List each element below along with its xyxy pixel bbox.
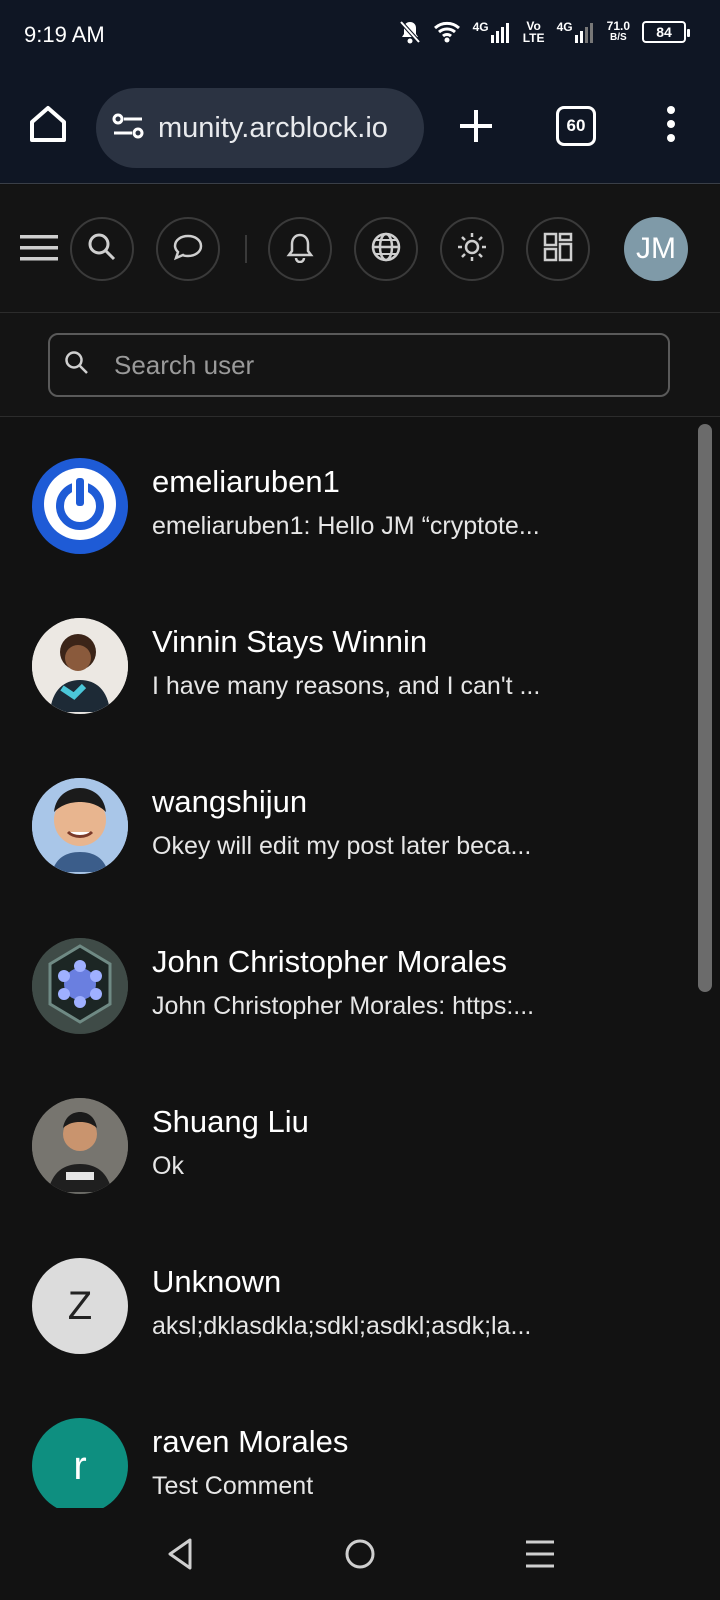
conversation-name: Shuang Liu <box>152 1104 309 1139</box>
status-icons: 4G Vo LTE 4G 71.0 B/S 84 <box>399 19 690 45</box>
conversation-name: Vinnin Stays Winnin <box>152 624 428 659</box>
chat-bubble-icon <box>172 232 204 267</box>
language-button[interactable] <box>354 217 418 281</box>
search-icon <box>64 350 90 381</box>
chat-button[interactable] <box>156 217 220 281</box>
conversation-item[interactable]: wangshijun Okey will edit my post later … <box>0 738 690 898</box>
battery-icon: 84 <box>642 21 690 43</box>
conversation-item[interactable]: emeliaruben1 emeliaruben1: Hello JM “cry… <box>0 418 690 578</box>
person-photo-icon <box>32 778 128 874</box>
avatar-letter: r <box>73 1443 87 1488</box>
notifications-button[interactable] <box>268 217 332 281</box>
avatar: Z <box>32 1258 128 1354</box>
conversation-item[interactable]: Shuang Liu Ok <box>0 1058 690 1218</box>
person-photo-icon <box>32 618 128 714</box>
browser-toolbar: munity.arcblock.io 60 <box>0 72 720 184</box>
back-icon[interactable] <box>160 1534 200 1574</box>
apps-button[interactable] <box>526 217 590 281</box>
conversation-preview: emeliaruben1: Hello JM “cryptote... <box>152 512 540 540</box>
globe-icon <box>370 231 402 268</box>
address-bar[interactable]: munity.arcblock.io <box>96 88 424 168</box>
home-icon[interactable] <box>26 102 70 146</box>
power-logo-icon <box>32 458 128 554</box>
more-menu-icon[interactable] <box>656 102 686 146</box>
badge-emblem-icon <box>32 938 128 1034</box>
conversation-preview: I have many reasons, and I can't ... <box>152 672 541 700</box>
new-tab-icon[interactable] <box>454 104 498 148</box>
conversation-name: Unknown <box>152 1264 282 1299</box>
conversation-preview: Test Comment <box>152 1472 314 1500</box>
site-settings-icon[interactable] <box>112 112 144 145</box>
signal-2-icon: 4G <box>557 21 595 43</box>
conversation-preview: Ok <box>152 1152 184 1180</box>
user-avatar[interactable]: JM <box>624 217 688 281</box>
conversation-name: wangshijun <box>152 784 308 819</box>
avatar <box>32 618 128 714</box>
search-user-field[interactable] <box>48 333 670 397</box>
avatar <box>32 938 128 1034</box>
system-nav-bar <box>0 1508 720 1600</box>
theme-button[interactable] <box>440 217 504 281</box>
conversation-item[interactable]: r raven Morales Test Comment <box>0 1378 690 1508</box>
conversation-list: emeliaruben1 emeliaruben1: Hello JM “cry… <box>0 418 700 1508</box>
net-speed: 71.0 B/S <box>606 19 630 43</box>
grid-icon <box>542 231 574 268</box>
volte-label: Vo LTE <box>522 19 545 45</box>
search-button[interactable] <box>70 217 134 281</box>
avatar <box>32 1098 128 1194</box>
home-nav-icon[interactable] <box>340 1534 380 1574</box>
conversation-preview: Okey will edit my post later beca... <box>152 832 532 860</box>
avatar <box>32 458 128 554</box>
conversation-item[interactable]: Z Unknown aksl;dklasdkla;sdkl;asdkl;asdk… <box>0 1218 690 1378</box>
conversation-preview: aksl;dklasdkla;sdkl;asdkl;asdk;la... <box>152 1312 532 1340</box>
conversation-name: emeliaruben1 <box>152 464 340 499</box>
search-user-input[interactable] <box>114 349 634 381</box>
status-bar: 9:19 AM 4G Vo LTE 4G 71.0 B/S 84 <box>0 0 720 72</box>
app-toolbar: JM <box>0 185 720 313</box>
search-section <box>0 313 720 417</box>
bell-muted-icon <box>399 20 421 44</box>
tab-switcher-button[interactable]: 60 <box>556 106 596 146</box>
bell-icon <box>285 231 315 268</box>
recents-icon[interactable] <box>520 1534 560 1574</box>
sun-icon <box>456 231 488 268</box>
avatar <box>32 778 128 874</box>
conversation-name: John Christopher Morales <box>152 944 507 979</box>
url-text: munity.arcblock.io <box>158 111 388 144</box>
conversation-preview: John Christopher Morales: https:... <box>152 992 535 1020</box>
conversation-item[interactable]: Vinnin Stays Winnin I have many reasons,… <box>0 578 690 738</box>
avatar-letter: Z <box>67 1283 93 1328</box>
signal-1-icon: 4G <box>473 21 511 43</box>
avatar: r <box>32 1418 128 1508</box>
list-scrollbar[interactable] <box>698 424 712 992</box>
conversation-name: raven Morales <box>152 1424 349 1459</box>
toolbar-divider <box>245 235 247 263</box>
status-time: 9:19 AM <box>24 22 105 47</box>
hamburger-menu-icon[interactable] <box>20 233 58 263</box>
person-photo-icon <box>32 1098 128 1194</box>
conversation-item[interactable]: John Christopher Morales John Christophe… <box>0 898 690 1058</box>
search-icon <box>87 232 117 267</box>
wifi-icon <box>433 21 461 43</box>
